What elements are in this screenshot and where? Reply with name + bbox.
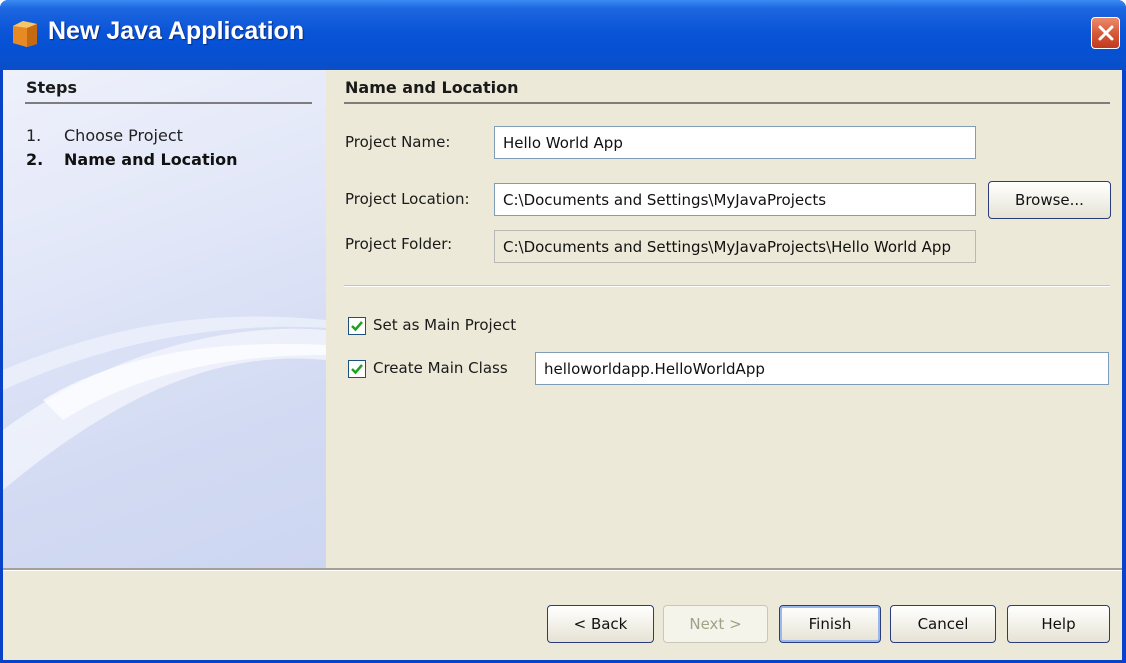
project-location-input[interactable] xyxy=(494,183,976,216)
project-location-label: Project Location: xyxy=(345,190,470,208)
close-icon xyxy=(1098,25,1114,41)
steps-pane: Steps 1. Choose Project 2. Name and Locati… xyxy=(3,70,326,568)
java-cup-icon xyxy=(13,21,37,47)
window-title: New Java Application xyxy=(48,17,305,45)
project-folder-label: Project Folder: xyxy=(345,235,453,253)
step-label: Name and Location xyxy=(64,150,238,169)
checkmark-icon xyxy=(351,321,363,332)
main-class-input[interactable] xyxy=(535,352,1109,385)
set-main-project-checkbox[interactable] xyxy=(348,317,366,335)
set-main-project-label[interactable]: Set as Main Project xyxy=(373,316,516,334)
create-main-class-label[interactable]: Create Main Class xyxy=(373,359,508,377)
close-button[interactable] xyxy=(1091,17,1120,49)
dialog-body: Steps 1. Choose Project 2. Name and Locati… xyxy=(3,70,1122,660)
section-title: Name and Location xyxy=(345,78,519,97)
help-button[interactable]: Help xyxy=(1007,605,1110,643)
project-folder-field xyxy=(494,230,976,263)
step-number: 2. xyxy=(26,150,44,169)
cancel-button[interactable]: Cancel xyxy=(890,605,996,643)
step-number: 1. xyxy=(26,126,42,145)
back-button[interactable]: < Back xyxy=(547,605,654,643)
step-label: Choose Project xyxy=(64,126,183,145)
options-divider xyxy=(344,285,1110,287)
button-bar-divider xyxy=(3,568,1122,571)
title-bar[interactable]: New Java Application xyxy=(0,0,1126,70)
step-name-and-location: 2. Name and Location xyxy=(26,150,237,169)
browse-button[interactable]: Browse... xyxy=(988,181,1111,219)
section-divider xyxy=(344,102,1110,104)
steps-title: Steps xyxy=(26,78,77,97)
dialog-window: New Java Application Steps 1. Choose Proj… xyxy=(0,0,1126,663)
project-name-input[interactable] xyxy=(494,126,976,159)
project-name-label: Project Name: xyxy=(345,133,451,151)
next-button[interactable]: Next > xyxy=(663,605,768,643)
finish-button[interactable]: Finish xyxy=(779,605,881,643)
create-main-class-checkbox[interactable] xyxy=(348,360,366,378)
checkmark-icon xyxy=(351,364,363,375)
steps-divider xyxy=(25,102,312,104)
step-choose-project: 1. Choose Project xyxy=(26,126,183,145)
